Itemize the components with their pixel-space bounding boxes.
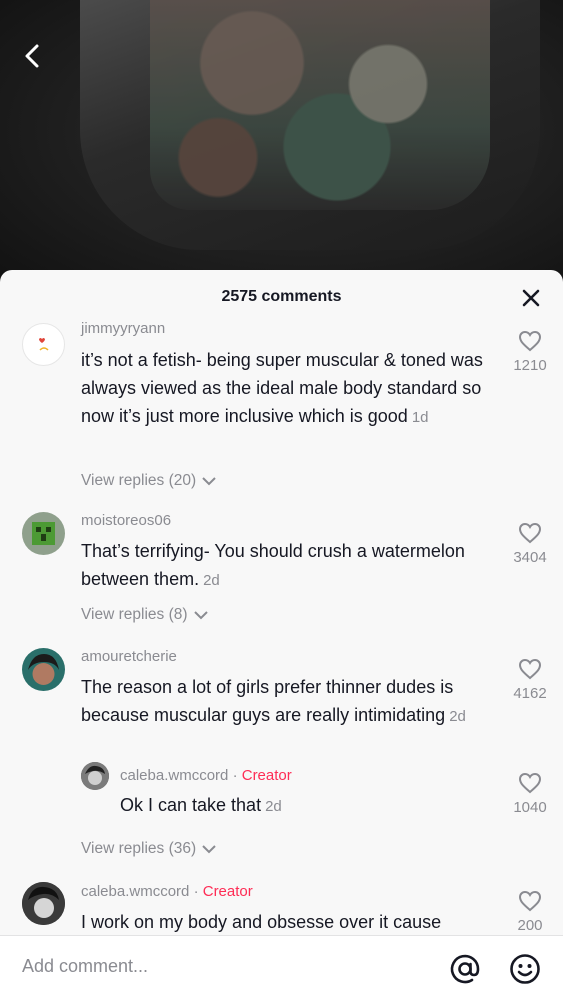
comment-body: I work on my body and obsesse over it ca…	[81, 912, 442, 932]
view-replies-button[interactable]: View replies (36)	[81, 840, 217, 858]
separator-dot: ·	[193, 883, 199, 900]
comment-username[interactable]: amouretcherie	[81, 648, 177, 665]
close-icon	[522, 289, 540, 307]
view-replies-button[interactable]: View replies (8)	[81, 606, 208, 624]
like-button[interactable]: 200	[505, 890, 555, 934]
add-comment-input[interactable]: Add comment...	[22, 956, 148, 977]
view-replies-label: View replies (36)	[81, 840, 197, 857]
avatar[interactable]	[22, 882, 65, 925]
reply-like-button[interactable]: 1040	[505, 772, 555, 816]
avatar[interactable]	[22, 512, 65, 555]
avatar-image	[81, 762, 109, 790]
heart-icon	[518, 522, 542, 544]
avatar-image	[32, 522, 55, 545]
comment-input-bar: Add comment...	[0, 935, 563, 1001]
chevron-down-icon	[202, 845, 217, 854]
like-button[interactable]: 3404	[505, 522, 555, 566]
sheet-header: 2575 comments	[0, 270, 563, 324]
heart-icon	[518, 772, 542, 794]
mention-button[interactable]	[448, 952, 482, 986]
comment-body: The reason a lot of girls prefer thinner…	[81, 677, 454, 725]
heart-icon	[518, 330, 542, 352]
comment-text: I work on my body and obsesse over it ca…	[81, 908, 496, 936]
reply-username: caleba.wmccord · Creator	[120, 767, 292, 784]
like-button[interactable]: 1210	[505, 330, 555, 374]
like-count: 200	[517, 917, 543, 934]
view-replies-button[interactable]: View replies (20)	[81, 472, 217, 490]
comment-body: That’s terrifying- You should crush a wa…	[81, 541, 465, 589]
close-button[interactable]	[519, 286, 543, 310]
video-background[interactable]	[0, 0, 563, 290]
reply-avatar[interactable]	[81, 762, 109, 790]
comments-count: 2575 comments	[221, 288, 342, 305]
avatar-image	[22, 882, 65, 925]
comment-text: it’s not a fetish- being super muscular …	[81, 346, 496, 432]
creator-badge: Creator	[202, 883, 253, 900]
like-count: 1040	[513, 799, 547, 816]
avatar-image	[28, 654, 59, 685]
comment-age: 1d	[411, 409, 429, 426]
comment-age: 2d	[449, 708, 466, 725]
comment-username: caleba.wmccord · Creator	[81, 883, 253, 900]
at-icon	[450, 954, 480, 984]
heart-icon	[518, 658, 542, 680]
back-button[interactable]	[18, 42, 46, 70]
heart-icon	[518, 890, 542, 912]
creator-badge: Creator	[241, 767, 292, 784]
reply-username-text[interactable]: caleba.wmccord	[120, 767, 228, 784]
separator-dot: ·	[232, 767, 238, 784]
like-button[interactable]: 4162	[505, 658, 555, 702]
emoji-button[interactable]	[508, 952, 542, 986]
avatar-logo	[39, 338, 49, 351]
emoji-icon	[510, 954, 540, 984]
chevron-down-icon	[202, 477, 217, 486]
comment-text: The reason a lot of girls prefer thinner…	[81, 673, 496, 731]
view-replies-label: View replies (20)	[81, 472, 197, 489]
reply-age: 2d	[265, 798, 282, 815]
comment-username[interactable]: moistoreos06	[81, 512, 171, 529]
shirt-print	[150, 0, 490, 210]
comment-username[interactable]: jimmyyryann	[81, 320, 165, 337]
reply-body: Ok I can take that	[120, 795, 262, 815]
comment-age: 2d	[203, 572, 220, 589]
comment-text: That’s terrifying- You should crush a wa…	[81, 537, 496, 595]
avatar[interactable]	[22, 648, 65, 691]
like-count: 3404	[513, 549, 547, 566]
view-replies-label: View replies (8)	[81, 606, 188, 623]
chevron-down-icon	[194, 611, 208, 620]
like-count: 1210	[513, 357, 547, 374]
like-count: 4162	[513, 685, 547, 702]
reply-text: Ok I can take that 2d	[120, 791, 490, 821]
avatar[interactable]	[22, 323, 65, 366]
comments-sheet: 2575 comments jimmyyryann it’s not a fet…	[0, 270, 563, 1000]
back-arrow-icon	[25, 44, 39, 68]
comment-username-text[interactable]: caleba.wmccord	[81, 883, 189, 900]
